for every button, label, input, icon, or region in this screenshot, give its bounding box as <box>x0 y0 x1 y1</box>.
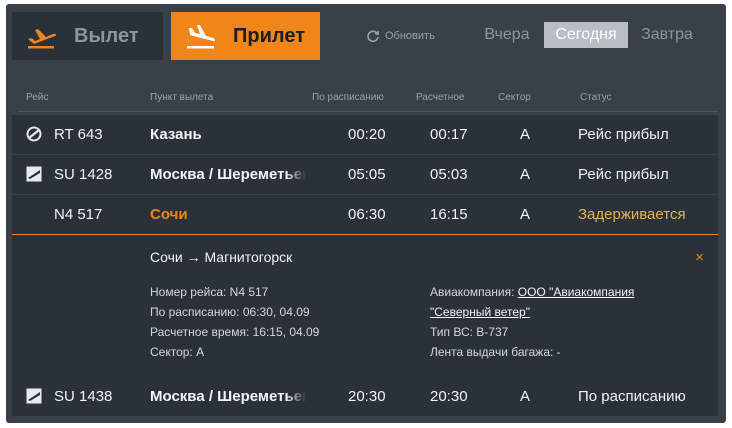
day-today[interactable]: Сегодня <box>544 22 628 48</box>
sector: A <box>520 388 531 405</box>
scheduled-time: 00:20 <box>348 126 386 143</box>
tab-departure-label: Вылет <box>74 24 139 47</box>
flight-status: Рейс прибыл <box>578 166 669 183</box>
column-header-origin: Пункт вылета <box>150 92 214 103</box>
flight-number: RT 643 <box>54 126 103 143</box>
detail-scheduled: По расписанию: 06:30, 04.09 <box>150 305 310 319</box>
airline-circle-logo-icon <box>26 115 44 154</box>
sector: A <box>520 206 531 223</box>
scheduled-time: 20:30 <box>348 388 386 405</box>
flight-status: Задерживается <box>578 206 686 223</box>
flight-number: N4 517 <box>54 206 103 223</box>
detail-airline-cont: "Северный ветер" <box>430 305 530 319</box>
sector: A <box>520 166 531 183</box>
flight-number: SU 1438 <box>54 388 113 405</box>
airline-link-cont[interactable]: "Северный ветер" <box>430 305 530 319</box>
header-divider <box>18 111 718 112</box>
detail-estimated: Расчетное время: 16:15, 04.09 <box>150 325 320 339</box>
day-yesterday[interactable]: Вчера <box>478 22 536 48</box>
flight-number: SU 1428 <box>54 166 113 183</box>
origin-city: Москва / Шереметьево <box>150 377 306 416</box>
flight-status: Рейс прибыл <box>578 126 669 143</box>
detail-route: Сочи → Магнитогорск <box>150 249 293 265</box>
close-icon[interactable]: × <box>695 249 704 266</box>
flight-status: По расписанию <box>578 388 686 405</box>
table-row[interactable]: RT 643 Казань 00:20 00:17 A Рейс прибыл <box>12 115 718 154</box>
estimated-time: 00:17 <box>430 126 468 143</box>
detail-aircraft: Тип ВС: B-737 <box>430 325 509 339</box>
scheduled-time: 05:05 <box>348 166 386 183</box>
origin-city-text: Москва / Шереметьево <box>150 388 306 405</box>
airline-link[interactable]: ООО "Авиакомпания <box>518 285 635 299</box>
estimated-time: 20:30 <box>430 388 468 405</box>
origin-city-text: Москва / Шереметьево <box>150 166 306 183</box>
refresh-button[interactable]: Обновить <box>366 29 435 43</box>
detail-flight-number: Номер рейса: N4 517 <box>150 285 269 299</box>
table-row[interactable]: SU 1438 Москва / Шереметьево 20:30 20:30… <box>12 377 718 416</box>
refresh-label: Обновить <box>385 30 435 42</box>
airline-wing-logo-icon <box>26 155 44 194</box>
estimated-time: 16:15 <box>430 206 468 223</box>
refresh-icon <box>367 30 380 43</box>
table-row[interactable]: SU 1428 Москва / Шереметьево 05:05 05:03… <box>12 155 718 194</box>
origin-city: Москва / Шереметьево <box>150 155 306 194</box>
airline-wing-logo-icon <box>26 377 44 416</box>
plane-takeoff-icon <box>28 29 57 49</box>
column-header-status: Статус <box>580 92 612 103</box>
origin-city: Сочи <box>150 206 188 223</box>
day-tomorrow[interactable]: Завтра <box>634 22 700 48</box>
scheduled-time: 06:30 <box>348 206 386 223</box>
table-row-expanded[interactable]: N4 517 Сочи 06:30 16:15 A Задерживается <box>12 195 718 234</box>
tab-arrival-label: Прилет <box>233 24 305 47</box>
flight-board: Вылет Прилет Обновить Вчера Сегодня Завт… <box>6 4 726 423</box>
detail-airline-label: Авиакомпания: <box>430 285 515 299</box>
detail-baggage: Лента выдачи багажа: - <box>430 345 561 359</box>
detail-airline: Авиакомпания: ООО "Авиакомпания <box>430 285 634 299</box>
plane-landing-icon <box>187 25 215 49</box>
column-header-sector: Сектор <box>498 92 531 103</box>
flight-detail-panel: Сочи → Магнитогорск × Номер рейса: N4 51… <box>12 234 718 377</box>
column-header-scheduled: По расписанию <box>312 92 384 103</box>
tab-arrival[interactable]: Прилет <box>171 12 320 60</box>
column-header-flight: Рейс <box>26 92 49 103</box>
origin-city: Казань <box>150 126 202 143</box>
estimated-time: 05:03 <box>430 166 468 183</box>
sector: A <box>520 126 531 143</box>
tab-departure[interactable]: Вылет <box>12 12 163 60</box>
column-header-estimated: Расчетное <box>416 92 465 103</box>
detail-sector: Сектор: A <box>150 345 205 359</box>
